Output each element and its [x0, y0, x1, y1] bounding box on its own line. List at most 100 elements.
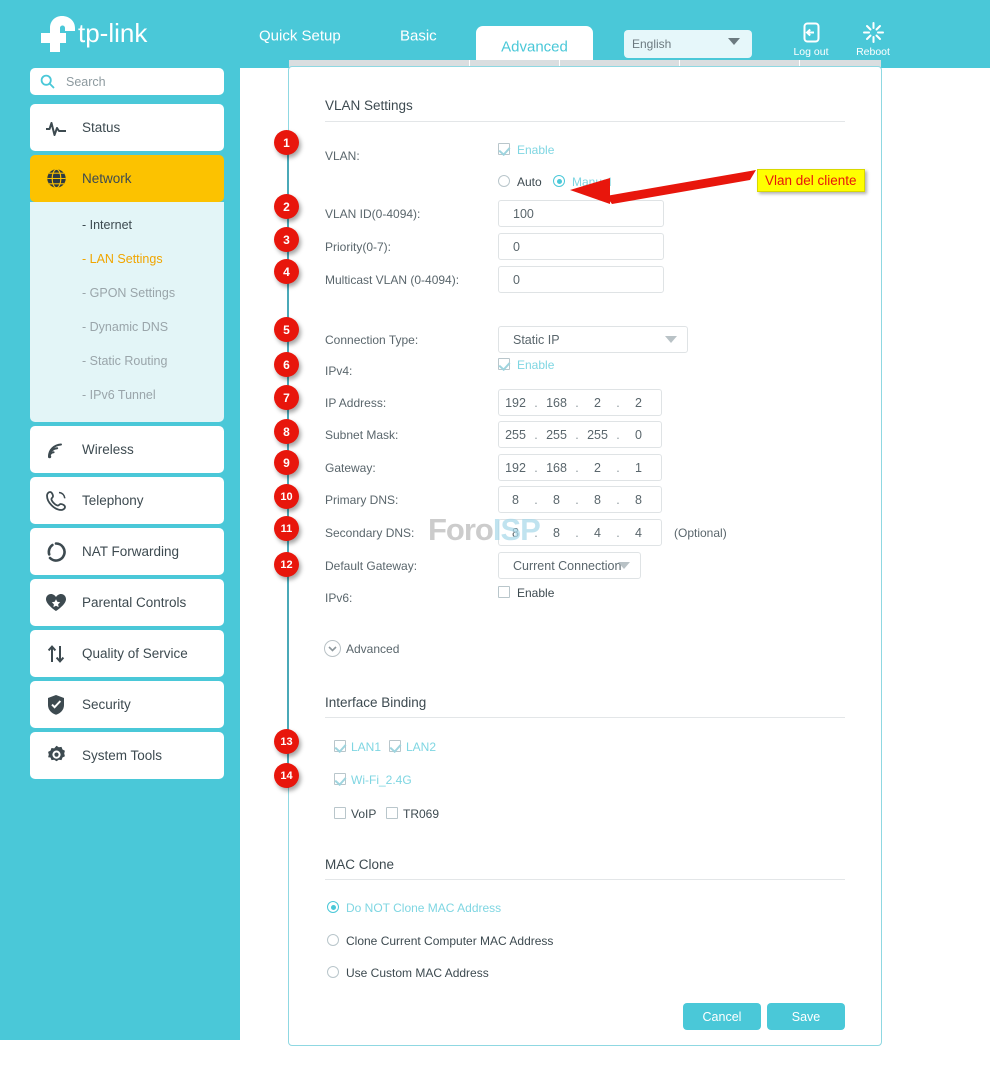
advanced-toggle[interactable]: Advanced: [324, 640, 399, 657]
sidebar-subitem-lan-settings[interactable]: - LAN Settings: [30, 242, 224, 276]
globe-icon: [30, 168, 82, 189]
sidebar-subitem-ipv6-tunnel[interactable]: - IPv6 Tunnel: [30, 378, 224, 412]
gw-octet-2[interactable]: 168: [540, 461, 573, 475]
dns1-octet-2[interactable]: 8: [540, 493, 573, 507]
lan2-checkbox[interactable]: [389, 740, 401, 752]
subnet-mask-label: Subnet Mask:: [325, 428, 399, 442]
tr069-checkbox[interactable]: [386, 807, 398, 819]
nav-basic[interactable]: Basic: [400, 28, 437, 45]
sidebar-item-network[interactable]: Network: [30, 155, 224, 202]
connection-type-select[interactable]: Static IP: [498, 326, 688, 353]
mask-octet-2[interactable]: 255: [540, 428, 573, 442]
annotation-badge-11: 11: [274, 516, 299, 541]
dns1-octet-4[interactable]: 8: [622, 493, 655, 507]
sidebar-item-system-tools[interactable]: System Tools: [30, 732, 224, 779]
reboot-button[interactable]: Reboot: [845, 20, 901, 58]
ipv6-label: IPv6:: [325, 591, 353, 605]
mask-octet-4[interactable]: 0: [622, 428, 655, 442]
subnet-mask-input[interactable]: 255. 255. 255. 0: [498, 421, 662, 448]
gw-octet-3[interactable]: 2: [581, 461, 614, 475]
mask-octet-3[interactable]: 255: [581, 428, 614, 442]
sidebar-item-security[interactable]: Security: [30, 681, 224, 728]
cancel-button[interactable]: Cancel: [683, 1003, 761, 1030]
sidebar-subitem-dynamic-dns[interactable]: - Dynamic DNS: [30, 310, 224, 344]
sidebar-item-label: Network: [82, 171, 132, 186]
ip-octet-4[interactable]: 2: [622, 396, 655, 410]
annotation-callout: Vlan del cliente: [757, 169, 865, 192]
mask-octet-1[interactable]: 255: [499, 428, 532, 442]
annotation-badge-7: 7: [274, 385, 299, 410]
gw-octet-4[interactable]: 1: [622, 461, 655, 475]
vlan-mode-auto-label: Auto: [517, 175, 542, 189]
chevron-down-icon: [665, 336, 677, 343]
search-input[interactable]: [66, 68, 216, 95]
ip-octet-3[interactable]: 2: [581, 396, 614, 410]
shield-icon: [30, 694, 82, 715]
mac-clone-title: MAC Clone: [325, 857, 395, 872]
mac-no-clone-radio[interactable]: [327, 901, 339, 913]
ipv6-enable-label: Enable: [517, 586, 555, 600]
dns1-octet-1[interactable]: 8: [499, 493, 532, 507]
sidebar-subitem-gpon-settings[interactable]: - GPON Settings: [30, 276, 224, 310]
mac-clone-current-radio[interactable]: [327, 934, 339, 946]
language-select[interactable]: English: [624, 30, 752, 58]
logout-button[interactable]: Log out: [783, 20, 839, 58]
sidebar-item-label: Quality of Service: [82, 646, 188, 661]
mac-custom-label: Use Custom MAC Address: [346, 966, 489, 980]
voip-checkbox[interactable]: [334, 807, 346, 819]
ip-address-input[interactable]: 192. 168. 2. 2: [498, 389, 662, 416]
default-gateway-label: Default Gateway:: [325, 559, 418, 573]
lan1-label: LAN1: [351, 740, 382, 754]
gateway-input[interactable]: 192. 168. 2. 1: [498, 454, 662, 481]
save-button[interactable]: Save: [767, 1003, 845, 1030]
sidebar-item-parental-controls[interactable]: Parental Controls: [30, 579, 224, 626]
search-box[interactable]: [30, 68, 224, 95]
dns2-octet-4[interactable]: 4: [622, 526, 655, 540]
connection-type-value: Static IP: [513, 332, 560, 347]
sidebar-item-telephony[interactable]: Telephony: [30, 477, 224, 524]
dns2-octet-2[interactable]: 8: [540, 526, 573, 540]
annotation-badge-1: 1: [274, 130, 299, 155]
annotation-badge-3: 3: [274, 227, 299, 252]
top-navigation: Quick Setup Basic Advanced English Log o…: [240, 0, 990, 68]
gw-octet-1[interactable]: 192: [499, 461, 532, 475]
priority-input[interactable]: [498, 233, 664, 260]
wifi24g-checkbox[interactable]: [334, 773, 346, 785]
multicast-vlan-input[interactable]: [498, 266, 664, 293]
svg-text:tp-link: tp-link: [78, 18, 148, 48]
sidebar-item-wireless[interactable]: Wireless: [30, 426, 224, 473]
chevron-down-icon: [324, 640, 341, 657]
lan2-label: LAN2: [406, 740, 437, 754]
tplink-logo: tp-link: [30, 10, 210, 52]
mac-custom-radio[interactable]: [327, 966, 339, 978]
secondary-dns-input[interactable]: 8. 8. 4. 4: [498, 519, 662, 546]
dns1-octet-3[interactable]: 8: [581, 493, 614, 507]
ipv6-enable-checkbox[interactable]: [498, 586, 510, 598]
vlan-mode-auto-radio[interactable]: [498, 175, 510, 187]
lan1-checkbox[interactable]: [334, 740, 346, 752]
default-gateway-select[interactable]: Current Connection: [498, 552, 641, 579]
reboot-icon: [845, 20, 901, 44]
ipv4-enable-checkbox[interactable]: [498, 358, 510, 370]
annotation-badge-13: 13: [274, 729, 299, 754]
logout-label: Log out: [793, 46, 829, 58]
sidebar-subitem-static-routing[interactable]: - Static Routing: [30, 344, 224, 378]
dns2-octet-1[interactable]: 8: [499, 526, 532, 540]
vlan-enable-checkbox[interactable]: [498, 143, 510, 155]
heart-icon: [30, 593, 82, 612]
primary-dns-input[interactable]: 8. 8. 8. 8: [498, 486, 662, 513]
chevron-down-icon: [618, 562, 630, 569]
sidebar-item-status[interactable]: Status: [30, 104, 224, 151]
nat-icon: [30, 541, 82, 562]
sidebar-item-nat-forwarding[interactable]: NAT Forwarding: [30, 528, 224, 575]
ip-octet-1[interactable]: 192: [499, 396, 532, 410]
tr069-label: TR069: [403, 807, 440, 821]
sidebar-item-quality-of-service[interactable]: Quality of Service: [30, 630, 224, 677]
dns2-octet-3[interactable]: 4: [581, 526, 614, 540]
nav-advanced[interactable]: Advanced: [476, 39, 593, 56]
interface-binding-divider: [325, 717, 845, 718]
nav-quick-setup[interactable]: Quick Setup: [259, 28, 341, 45]
connection-type-label: Connection Type:: [325, 333, 419, 347]
ip-octet-2[interactable]: 168: [540, 396, 573, 410]
sidebar-subitem-internet[interactable]: - Internet: [30, 208, 224, 242]
